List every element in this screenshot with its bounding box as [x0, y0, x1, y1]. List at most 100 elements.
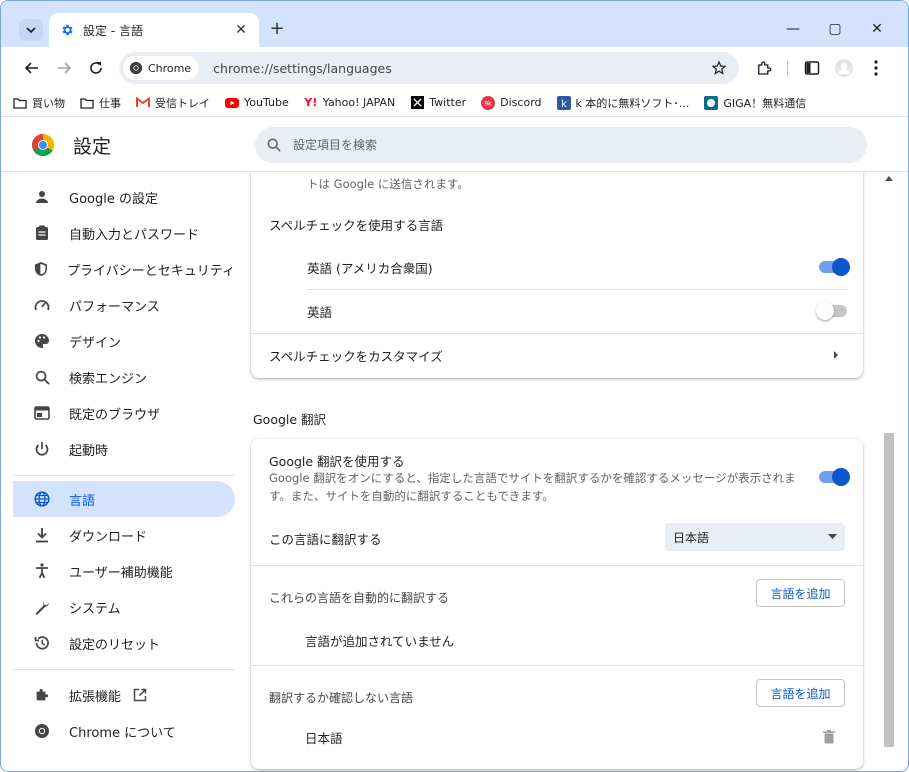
browser-window: 設定 - 言語 ✕ + — ▢ ✕ Chrome chrome://settin… — [0, 0, 909, 772]
side-panel-button[interactable] — [801, 57, 823, 79]
translate-target-label: この言語に翻訳する — [269, 532, 382, 547]
divider — [251, 665, 863, 666]
trash-icon[interactable] — [823, 730, 835, 744]
yahoo-icon: Y! — [304, 96, 318, 109]
url-text: chrome://settings/languages — [213, 60, 392, 76]
forward-button[interactable] — [51, 55, 77, 81]
new-tab-button[interactable]: + — [267, 19, 287, 39]
auto-translate-label: これらの言語を自動的に翻訳する — [269, 591, 450, 605]
add-auto-language-button[interactable]: 言語を追加 — [756, 579, 845, 607]
sidebar-item-search-engine[interactable]: 検索エンジン — [13, 359, 235, 395]
bookmark-label: Yahoo! JAPAN — [322, 96, 396, 109]
site-chip[interactable]: Chrome — [123, 56, 200, 80]
sidebar-item-label: Google の設定 — [69, 191, 158, 207]
giga-icon — [704, 95, 719, 110]
sidebar-item-label: システム — [69, 601, 121, 617]
use-translate-description: Google 翻訳をオンにすると、指定した言語でサイトを翻訳するかを確認するメッ… — [269, 471, 796, 503]
chrome-icon — [33, 722, 51, 740]
add-never-language-button[interactable]: 言語を追加 — [756, 679, 845, 707]
scrollbar-thumb[interactable] — [884, 433, 894, 747]
speedometer-icon — [33, 296, 51, 314]
sidebar-item-languages[interactable]: 言語 — [13, 481, 235, 517]
toolbar-separator — [787, 61, 788, 77]
sidebar-item-label: 設定のリセット — [69, 637, 161, 653]
never-language-label: 日本語 — [305, 730, 343, 746]
back-button[interactable] — [19, 55, 45, 81]
clipboard-icon — [33, 224, 51, 242]
bookmark-discord[interactable]: 9k Discord — [481, 95, 542, 110]
bookmark-yahoo[interactable]: Y! Yahoo! JAPAN — [304, 96, 396, 110]
shield-icon — [33, 260, 49, 278]
tab-search-button[interactable] — [19, 19, 43, 41]
youtube-icon — [225, 96, 239, 110]
partial-description: トは Google に送信されます。 — [307, 177, 469, 191]
tab-title: 設定 - 言語 — [83, 23, 143, 38]
never-language-row: 日本語 — [251, 715, 863, 759]
avatar-icon — [835, 59, 853, 77]
translate-target-select[interactable]: 日本語 — [665, 523, 845, 551]
open-in-new-icon — [133, 688, 147, 702]
sidebar-divider — [13, 669, 235, 670]
sidebar-item-system[interactable]: システム — [13, 589, 235, 625]
minimize-button[interactable]: — — [773, 15, 813, 43]
tab-close-icon[interactable]: ✕ — [233, 22, 249, 38]
toolbar: Chrome chrome://settings/languages — [1, 47, 908, 89]
sidebar-item-label: 既定のブラウザ — [69, 407, 161, 423]
spellcheck-toggle-en[interactable] — [816, 302, 847, 320]
sidebar-item-appearance[interactable]: デザイン — [13, 323, 235, 359]
sidebar-item-reset[interactable]: 設定のリセット — [13, 625, 235, 661]
sidebar-item-google[interactable]: Google の設定 — [13, 179, 235, 215]
x-icon — [410, 96, 424, 110]
bookmark-label: 受信トレイ — [155, 96, 210, 110]
section-title-translate: Google 翻訳 — [253, 412, 327, 427]
customize-spellcheck-row[interactable]: スペルチェックをカスタマイズ — [251, 333, 863, 377]
bookmark-shopping[interactable]: 買い物 — [13, 95, 65, 111]
bookmark-youtube[interactable]: YouTube — [225, 96, 289, 110]
bookmark-giga[interactable]: GIGA！無料通信 — [704, 95, 806, 111]
palette-icon — [33, 332, 51, 350]
tab-settings-languages[interactable]: 設定 - 言語 ✕ — [49, 13, 259, 47]
sidebar-item-autofill[interactable]: 自動入力とパスワード — [13, 215, 235, 251]
sidebar-item-label: 言語 — [69, 493, 96, 509]
sidebar-item-performance[interactable]: パフォーマンス — [13, 287, 235, 323]
spellcheck-toggle-en-us[interactable] — [819, 258, 850, 276]
tab-strip: 設定 - 言語 ✕ + — ▢ ✕ — [1, 1, 908, 47]
address-bar[interactable]: Chrome chrome://settings/languages — [119, 52, 739, 84]
bookmark-work[interactable]: 仕事 — [80, 95, 121, 111]
more-vert-icon — [874, 60, 878, 76]
bookmark-gmail[interactable]: 受信トレイ — [136, 95, 210, 111]
sidebar-item-downloads[interactable]: ダウンロード — [13, 517, 235, 553]
bookmark-label: k 本的に無料ソフト･... — [575, 96, 690, 110]
sidebar-item-on-startup[interactable]: 起動時 — [13, 431, 235, 467]
sidebar-item-about-chrome[interactable]: Chrome について — [13, 713, 235, 749]
divider — [251, 565, 863, 566]
sidebar-item-default-browser[interactable]: 既定のブラウザ — [13, 395, 235, 431]
gear-icon — [59, 22, 75, 38]
settings-search-input[interactable] — [293, 138, 793, 152]
profile-button[interactable] — [833, 57, 855, 79]
sidebar-item-extensions[interactable]: 拡張機能 — [13, 677, 235, 713]
close-window-button[interactable]: ✕ — [857, 15, 897, 43]
bookmark-star-icon[interactable] — [711, 60, 727, 76]
bookmark-label: 買い物 — [32, 96, 65, 110]
menu-button[interactable] — [865, 57, 887, 79]
maximize-button[interactable]: ▢ — [815, 15, 855, 43]
sidebar-item-label: 拡張機能 — [69, 689, 122, 705]
spellcheck-language-row: 英語 — [251, 289, 863, 333]
puzzle-icon — [33, 686, 51, 704]
bookmark-twitter[interactable]: Twitter — [410, 96, 466, 110]
language-label: 英語 — [307, 304, 333, 320]
use-translate-toggle[interactable] — [819, 468, 850, 486]
settings-search[interactable] — [255, 127, 867, 163]
sidebar-item-accessibility[interactable]: ユーザー補助機能 — [13, 553, 235, 589]
folder-icon — [13, 96, 27, 110]
never-translate-label: 翻訳するか確認しない言語 — [269, 691, 414, 705]
extensions-button[interactable] — [753, 57, 775, 79]
scroll-up-arrow-icon[interactable] — [885, 175, 893, 183]
search-icon — [267, 138, 281, 152]
sidebar-item-privacy[interactable]: プライバシーとセキュリティ — [13, 251, 235, 287]
power-icon — [33, 440, 51, 458]
bookmark-k-software[interactable]: k k 本的に無料ソフト･... — [556, 95, 690, 111]
reload-button[interactable] — [83, 55, 109, 81]
sidebar: Google の設定 自動入力とパスワード プライバシーとセキュリティ パフォー… — [1, 173, 245, 771]
